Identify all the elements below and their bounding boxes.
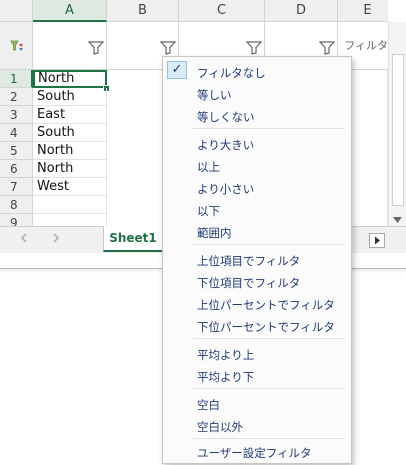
row-header[interactable]: 2: [0, 88, 33, 106]
menu-item-less-than[interactable]: より小さい: [197, 181, 254, 197]
scroll-right-button[interactable]: [369, 233, 385, 248]
menu-item-greater-or-equal[interactable]: 以上: [197, 159, 220, 175]
menu-item-greater-than[interactable]: より大きい: [197, 137, 254, 153]
filter-dropdown-menu: ✓ フィルタなし 等しい 等しくない より大きい 以上 より小さい 以下 範囲内…: [162, 56, 352, 464]
menu-separator: [193, 388, 345, 389]
filter-funnel-icon[interactable]: [88, 41, 104, 55]
cell-a1[interactable]: North: [33, 70, 107, 88]
menu-separator: [193, 338, 345, 339]
filter-cell-a: [33, 22, 107, 70]
filter-cell-e-text: フィルタ…: [344, 39, 388, 52]
menu-item-less-or-equal[interactable]: 以下: [197, 203, 220, 219]
menu-item-bottom-items[interactable]: 下位項目でフィルタ: [197, 275, 300, 291]
menu-item-non-blanks[interactable]: 空白以外: [197, 419, 243, 435]
menu-separator: [193, 438, 345, 439]
row-header[interactable]: 8: [0, 196, 33, 214]
vertical-scrollbar[interactable]: [388, 22, 406, 226]
row-header[interactable]: 7: [0, 178, 33, 196]
menu-item-blanks[interactable]: 空白: [197, 397, 220, 413]
menu-item-between[interactable]: 範囲内: [197, 225, 232, 241]
filter-funnel-icon[interactable]: [246, 41, 262, 55]
sheet-tab[interactable]: Sheet1: [103, 226, 163, 252]
cell-a5[interactable]: North: [33, 142, 107, 160]
menu-item-above-average[interactable]: 平均より上: [197, 347, 254, 363]
scroll-down-icon[interactable]: [392, 216, 403, 224]
select-all-corner[interactable]: [0, 0, 33, 22]
sort-filter-icon[interactable]: [10, 40, 24, 52]
column-header-a[interactable]: A: [33, 0, 107, 22]
menu-item-below-average[interactable]: 平均より下: [197, 369, 254, 385]
scrollbar-thumb[interactable]: [392, 54, 404, 206]
row-header[interactable]: 5: [0, 142, 33, 160]
filter-funnel-icon[interactable]: [319, 41, 335, 55]
cell-a7[interactable]: West: [33, 178, 107, 196]
filter-row-header: [0, 22, 33, 70]
cell-a8[interactable]: [33, 196, 107, 214]
column-header-e[interactable]: E: [338, 0, 388, 22]
prev-sheet-icon[interactable]: [20, 233, 28, 243]
menu-item-custom-filter[interactable]: ユーザー設定フィルタ: [197, 445, 312, 461]
row-header[interactable]: 9: [0, 214, 33, 226]
menu-separator: [193, 244, 345, 245]
row-header[interactable]: 6: [0, 160, 33, 178]
row-header[interactable]: 3: [0, 106, 33, 124]
checkmark-icon: ✓: [167, 61, 187, 79]
column-header-b[interactable]: B: [107, 0, 179, 22]
cell-a2[interactable]: South: [33, 88, 107, 106]
row-header[interactable]: 4: [0, 124, 33, 142]
scroll-right-icon: [374, 236, 380, 245]
column-header-d[interactable]: D: [265, 0, 338, 22]
menu-item-no-filter[interactable]: フィルタなし: [197, 65, 266, 81]
menu-item-not-equals[interactable]: 等しくない: [197, 109, 255, 125]
cell-a9[interactable]: [33, 214, 107, 226]
column-header-c[interactable]: C: [179, 0, 265, 22]
menu-item-top-percent[interactable]: 上位パーセントでフィルタ: [197, 297, 335, 313]
next-sheet-icon[interactable]: [52, 233, 60, 243]
cell-a6[interactable]: North: [33, 160, 107, 178]
menu-item-equals[interactable]: 等しい: [197, 87, 232, 103]
filter-funnel-icon[interactable]: [160, 41, 176, 55]
cell-a3[interactable]: East: [33, 106, 107, 124]
row-header[interactable]: 1: [0, 70, 33, 88]
menu-separator: [193, 128, 345, 129]
menu-item-top-items[interactable]: 上位項目でフィルタ: [197, 253, 300, 269]
cell-a4[interactable]: South: [33, 124, 107, 142]
menu-item-bottom-percent[interactable]: 下位パーセントでフィルタ: [197, 319, 335, 335]
